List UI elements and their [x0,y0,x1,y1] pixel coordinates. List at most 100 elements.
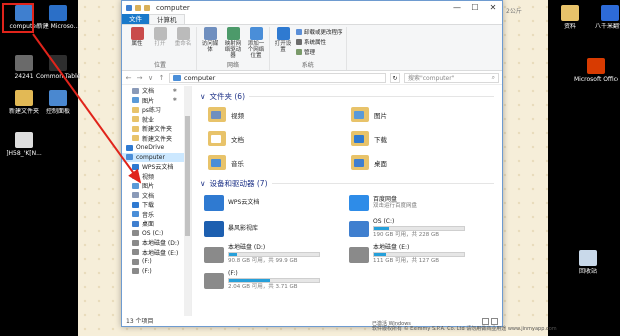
ribbon-button[interactable]: 打开设置 [273,27,293,53]
maximize-button[interactable]: ☐ [466,3,484,12]
nav-item[interactable]: OS (C:) [122,229,191,239]
ribbon-button[interactable]: 映射网络驱动器 [223,27,243,59]
app-icon [49,90,67,106]
folder-label: 下载 [374,135,387,144]
nav-item-label: 新建文件夹 [142,126,173,134]
device-item[interactable]: OS (C:) 190 GB 可用，共 228 GB [349,217,494,240]
folders-section-header[interactable]: ∨ 文件夹 (6) [200,90,494,102]
close-button[interactable]: ✕ [484,3,502,12]
ribbon-small-button[interactable]: 卸载或更改程序 [296,28,343,36]
desktop-icon[interactable]: 回收站 [566,250,610,275]
nav-item[interactable]: (F:) [122,267,191,277]
tab-file[interactable]: 文件 [122,14,149,24]
nav-item[interactable]: 文档 [122,191,191,201]
nav-item[interactable]: 新建文件夹 [122,134,191,144]
device-item[interactable]: 暴风影视库 [204,217,349,240]
ribbon-button-icon [226,27,240,40]
quick-access-toolbar[interactable] [122,4,150,11]
ribbon-button[interactable]: 属性 [127,27,147,47]
nav-item[interactable]: 图片 [122,181,191,191]
folder-item[interactable]: 文档 [208,128,351,149]
folder-icon [351,107,369,122]
ribbon-group-name: 系统 [301,62,314,69]
nav-item[interactable]: 本地磁盘 (D:) [122,238,191,248]
nav-item[interactable]: WPS云文档 [122,162,191,172]
forward-button[interactable]: → [136,74,143,82]
nav-item[interactable]: 文档 ✱ [122,86,191,96]
chevron-down-icon: ∨ [200,178,206,188]
desktop-icon-label: 八千米翻译 [594,23,620,30]
nav-item[interactable]: 下载 [122,200,191,210]
nav-item[interactable]: 图片 ✱ [122,96,191,106]
ribbon-button-label: 打开 [154,41,166,47]
search-input[interactable]: 搜索"computer" ⌕ [404,72,499,83]
device-subtext: 双击运行百度网盘 [373,202,418,209]
folder-icon [208,107,226,122]
pin-icon: ✱ [172,87,177,94]
recent-dropdown[interactable]: ∨ [147,74,154,82]
ribbon-button[interactable]: 添加一个网络位置 [246,27,266,59]
nav-item[interactable]: (F:) [122,257,191,267]
nav-item[interactable]: 视频 [122,172,191,182]
nav-item[interactable]: OneDrive [122,143,191,153]
device-item[interactable]: 百度网盘 双击运行百度网盘 [349,191,494,214]
drive-usage-bar [373,252,465,257]
tab-computer[interactable]: 计算机 [149,14,185,24]
desktop-icon[interactable]: 资料 [548,5,592,30]
ribbon-button[interactable]: 打开 [150,27,170,47]
drive-usage-bar [228,252,320,257]
ribbon-button-icon [130,27,144,40]
explorer-window[interactable]: computer — ☐ ✕ 文件 计算机 属性 打开 重命名 位置 访问媒体 映射网络驱… [121,0,503,327]
folder-item[interactable]: 图片 [351,104,494,125]
nav-scrollbar[interactable] [184,86,191,316]
app-icon [587,58,605,74]
ribbon-small-button[interactable]: 系统属性 [296,38,343,46]
desktop-icon[interactable]: Microsoft Office [574,58,618,83]
ribbon-button[interactable]: 重命名 [173,27,193,47]
nav-scrollbar-thumb[interactable] [185,116,190,236]
folder-item[interactable]: 下载 [351,128,494,149]
content-pane[interactable]: ∨ 文件夹 (6) 视频 图片文档 下载音乐 桌面 ∨ 设备和驱动器 (7) WPS云… [192,86,502,316]
nav-item-label: 文档 [142,192,155,200]
folder-label: 文档 [231,135,244,144]
nav-item[interactable]: computer [122,152,191,162]
search-placeholder: 搜索"computer" [408,75,455,82]
devices-section-header[interactable]: ∨ 设备和驱动器 (7) [200,177,494,189]
nav-item-label: 就业 [142,116,155,124]
refresh-button[interactable]: ↻ [390,72,400,83]
device-item[interactable]: WPS云文档 [204,191,349,214]
title-bar[interactable]: computer — ☐ ✕ [122,1,502,14]
folder-item[interactable]: 音乐 [208,152,351,173]
navigation-pane[interactable]: 文档 ✱ 图片 ✱ ps练习 就业 新建文件夹 新建文件夹 OneDrive computer WP… [122,86,192,316]
nav-item-label: 图片 [142,97,155,105]
desktop-icon[interactable]: 控制面板 [36,90,80,115]
folder-label: 音乐 [231,159,244,168]
ribbon-button[interactable]: 访问媒体 [200,27,220,53]
nav-item[interactable]: 就业 [122,115,191,125]
nav-item[interactable]: 新建文件夹 [122,124,191,134]
desktop-icon[interactable]: 新建 Microso... [36,5,80,30]
address-bar[interactable]: computer [169,72,386,83]
selection-highlight-box [2,3,34,33]
ribbon-small-button[interactable]: 管理 [296,48,343,56]
nav-item[interactable]: 桌面 [122,219,191,229]
folder-item[interactable]: 视频 [208,104,351,125]
nav-item[interactable]: 音乐 [122,210,191,220]
desktop-icon[interactable]: Common Tablet [36,55,80,80]
ribbon-button-label: 重命名 [174,41,192,47]
nav-item-icon [132,211,139,218]
device-name: 本地磁盘 (D:) [228,244,266,251]
desktop-icon[interactable]: ]H58_'K[N... [2,132,46,157]
desktop-icon[interactable]: 八千米翻译 [588,5,620,30]
device-item[interactable]: 本地磁盘 (E:) 111 GB 可用，共 127 GB [349,243,494,266]
folder-item[interactable]: 桌面 [351,152,494,173]
back-button[interactable]: ← [125,74,132,82]
nav-item[interactable]: 本地磁盘 (E:) [122,248,191,258]
ribbon-button-label: 打开设置 [274,41,292,53]
device-item[interactable]: 本地磁盘 (D:) 90.8 GB 可用，共 99.9 GB [204,243,349,266]
nav-item[interactable]: ps练习 [122,105,191,115]
minimize-button[interactable]: — [448,3,466,12]
up-button[interactable]: ↑ [158,74,165,82]
device-item[interactable]: (F:) 2.04 GB 可用，共 3.71 GB [204,269,349,292]
ribbon-button-label: 添加一个网络位置 [247,41,265,59]
